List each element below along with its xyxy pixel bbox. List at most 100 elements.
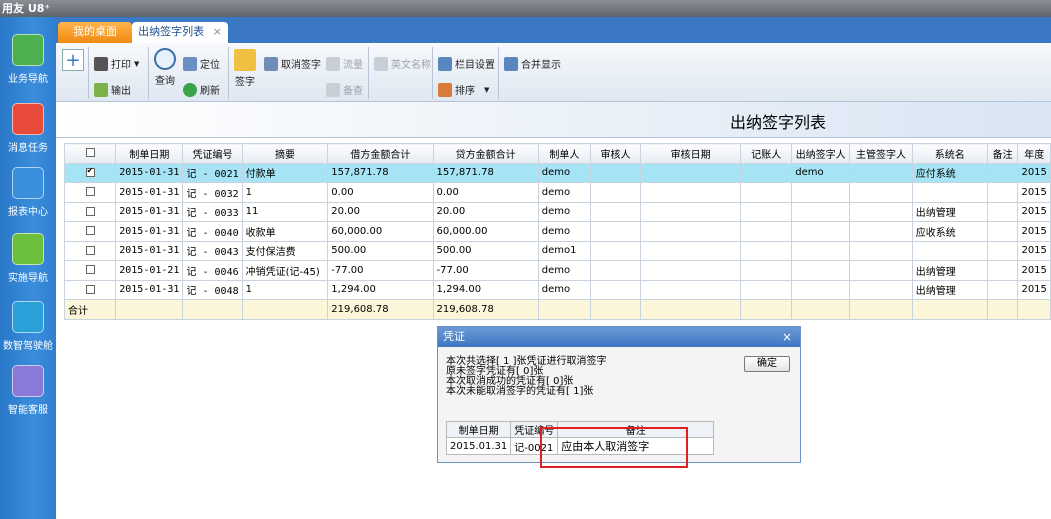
flow-button[interactable]: 流量 [326,56,363,71]
table-row[interactable]: 2015-01-31 记 - 0048 1 1,294.00 1,294.00 demo 出… [63,279,1051,300]
close-icon[interactable]: × [782,327,792,347]
column-icon [438,56,452,71]
table-cell [791,279,851,300]
table-cell: 0.00 [327,182,434,203]
row-checkbox-cell[interactable] [63,162,117,183]
sort-button[interactable]: 排序 ▼ [438,82,489,97]
table-cell: 记 - 0040 [182,221,243,242]
sidebar-item-5[interactable]: service-icon 智能客服 [0,365,56,416]
checkbox[interactable] [85,187,95,197]
sidebar-item-2[interactable]: report-icon 报表中心 [0,167,56,218]
dialog-messages: 本次共选择[ 1 ]张凭证进行取消签字 原未签字凭证有[ 0]张 本次取消成功的凭证… [446,357,607,397]
table-cell: demo [537,279,592,300]
table-row[interactable]: 2015-01-31 记 - 0043 支付保洁费 500.00 500.00 demo1… [63,240,1051,261]
table-cell: 记 - 0032 [182,182,243,203]
export-button[interactable]: 输出 [94,82,131,97]
page-header: 出纳签字列表 [56,102,1051,138]
sidebar-item-3[interactable]: implement-icon 实施导航 [0,233,56,284]
column-setting-button[interactable]: 栏目设置 [438,56,495,71]
divider [368,47,369,99]
locate-icon [183,56,197,71]
sidebar-item-0[interactable]: business-nav-icon 业务导航 [0,34,56,85]
column-header: 记账人 [740,143,793,164]
table-cell: 记 - 0021 [182,162,243,183]
sidebar-item-4[interactable]: cockpit-icon 数智驾驶舱 [0,301,56,352]
table-cell [849,240,913,261]
table-row[interactable]: 2015-01-31记 - 0021付款单157,871.78157,871.7… [63,162,1051,183]
column-header: 审核日期 [640,143,742,164]
table-cell: 出纳管理 [911,279,988,300]
table-cell [791,182,851,203]
query-button[interactable]: 查询 [154,48,176,87]
table-cell [590,299,642,320]
tab-my-desktop[interactable]: 我的桌面 [58,22,132,43]
table-cell [590,162,642,183]
table-cell: 记 - 0048 [182,279,243,300]
brand-logo: 用友 U8⁺ [2,2,51,15]
table-row[interactable]: 2015-01-31 记 - 0040 收款单 60,000.00 60,000.00 d… [63,221,1051,242]
checkbox[interactable] [85,245,95,255]
row-checkbox-cell[interactable] [63,279,117,300]
row-checkbox-cell[interactable] [63,240,117,261]
english-label: 英文名称 [391,60,431,71]
checkbox[interactable] [85,265,95,275]
table-cell [590,279,642,300]
column-header: 年度 [1017,143,1051,164]
table-cell: 记 - 0043 [182,240,243,261]
table-cell [241,299,329,320]
table-row[interactable]: 2015-01-31 记 - 0033 11 20.00 20.00 demo 出纳管理 20… [63,201,1051,222]
select-all-checkbox[interactable] [63,143,117,164]
table-row[interactable]: 2015-01-21 记 - 0046 冲销凭证(记-45) -77.00 -77.00… [63,260,1051,281]
chevron-down-icon: ▼ [134,59,140,68]
total-label: 合计 [63,299,117,320]
english-name-button[interactable]: 英文名称 [374,56,431,71]
table-cell: 11 [241,201,329,222]
table-cell [849,260,913,281]
pen-icon [234,49,256,71]
checkbox[interactable] [85,284,95,294]
column-header: 凭证编号 [182,143,243,164]
table-cell: 2015 [1017,182,1051,203]
row-checkbox-cell[interactable] [63,182,117,203]
backup-button[interactable]: 备查 [326,82,363,97]
table-cell: -77.00 [327,260,434,281]
table-row[interactable]: 2015-01-31 记 - 0032 1 0.00 0.00 demo 2015 [63,182,1051,203]
business-nav-icon: business-nav-icon [12,34,44,66]
table-cell: 1,294.00 [327,279,434,300]
ok-button[interactable]: 确定 [744,356,790,372]
table-cell [740,221,793,242]
print-button[interactable]: 打印 ▼ [94,56,139,71]
table-cell: 记 - 0046 [182,260,243,281]
table-cell [640,299,742,320]
table-cell [986,260,1019,281]
checkbox[interactable] [85,148,95,158]
table-cell: 2015 [1017,240,1051,261]
checkbox[interactable] [85,226,95,236]
sign-button[interactable]: 签字 [234,49,256,88]
tab-cashier-sign-list[interactable]: 出纳签字列表 × [132,22,228,43]
cancel-sign-button[interactable]: 取消签字 [264,56,321,71]
column-header: 贷方金额合计 [432,143,539,164]
row-checkbox-cell[interactable] [63,201,117,222]
table-cell: 1 [241,182,329,203]
merge-icon [504,56,518,71]
table-cell [740,201,793,222]
sign-label: 签字 [235,77,255,88]
sidebar-item-1[interactable]: message-icon 消息任务 [0,103,56,154]
sidebar-item-label: 实施导航 [8,273,48,284]
new-button[interactable]: + [62,49,84,71]
refresh-button[interactable]: 刷新 [183,82,220,97]
checkbox[interactable] [85,206,95,216]
merge-display-button[interactable]: 合并显示 [504,56,561,71]
checkbox[interactable] [85,166,95,177]
table-cell [640,162,742,183]
close-icon[interactable]: × [213,25,222,38]
table-cell [911,299,988,320]
sidebar-item-label: 智能客服 [8,405,48,416]
locate-button[interactable]: 定位 [183,56,220,71]
locate-label: 定位 [200,60,220,71]
row-checkbox-cell[interactable] [63,221,117,242]
row-checkbox-cell[interactable] [63,260,117,281]
report-icon: report-icon [12,167,44,199]
refresh-icon [183,82,197,97]
